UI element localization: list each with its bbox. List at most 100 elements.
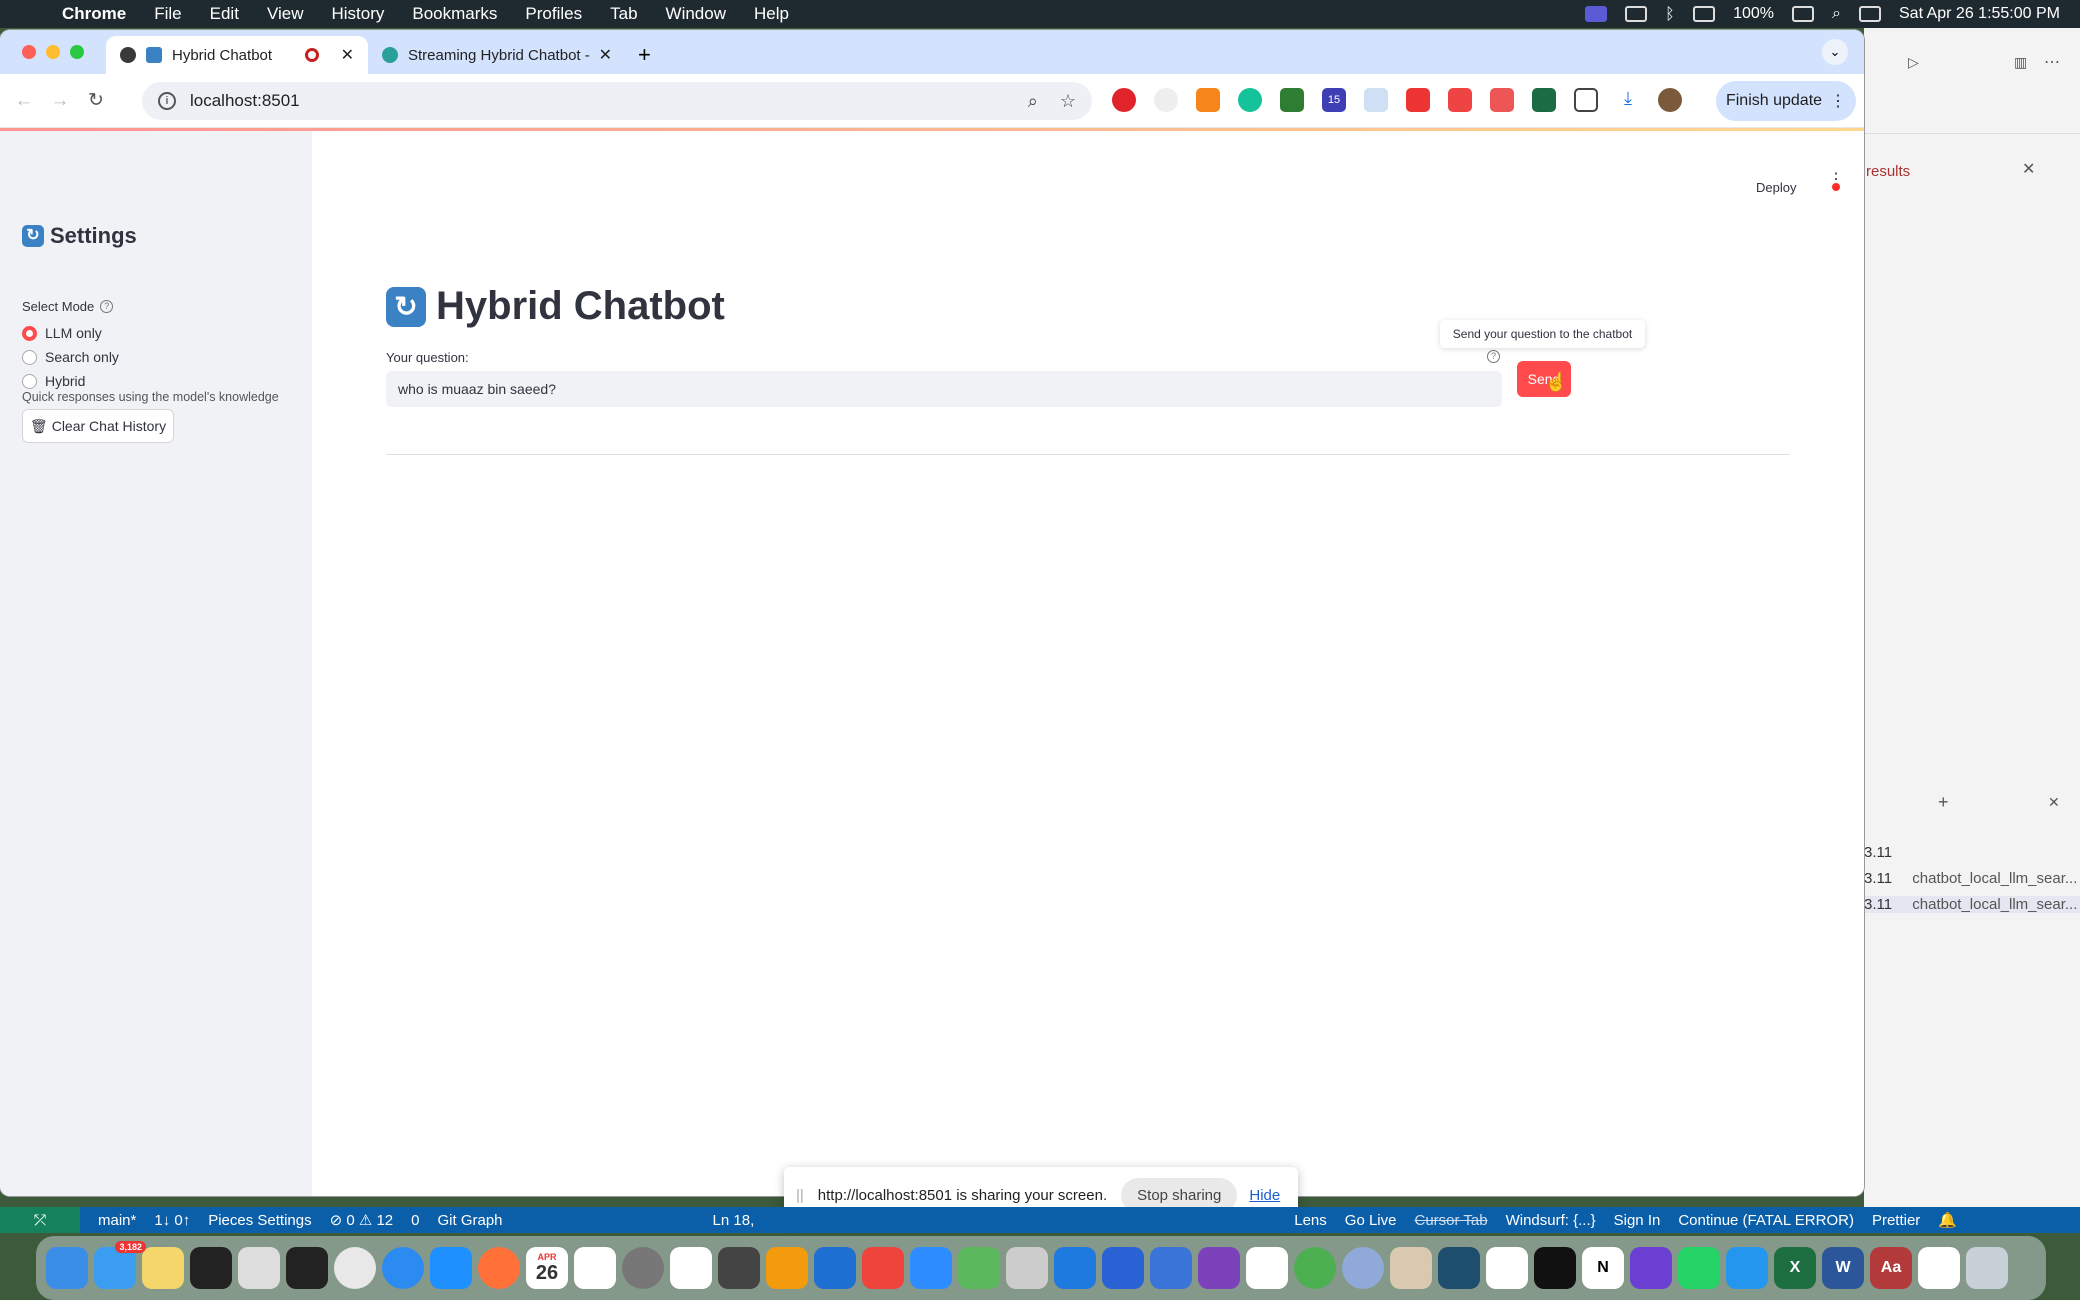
screen-share-icon[interactable] xyxy=(1585,6,1608,22)
finder-icon[interactable] xyxy=(46,1247,88,1289)
terminal-row[interactable]: 3.11 chatbot_local_llm_sear... xyxy=(1864,870,2077,887)
close-tab-icon[interactable]: ✕ xyxy=(341,45,354,65)
windsurf-status[interactable]: Windsurf: {...} xyxy=(1506,1212,1596,1229)
question-input[interactable]: who is muaaz bin saeed? xyxy=(386,371,1502,407)
word-icon[interactable]: W xyxy=(1822,1247,1864,1289)
xcode-icon[interactable] xyxy=(1054,1247,1096,1289)
menu-edit[interactable]: Edit xyxy=(210,4,239,24)
launchpad-icon[interactable] xyxy=(238,1247,280,1289)
run-icon[interactable]: ▷ xyxy=(1908,54,1919,71)
downloads-icon[interactable]: ⤓ xyxy=(1616,88,1640,112)
app-icon[interactable] xyxy=(1294,1247,1336,1289)
bookmark-star-icon[interactable]: ☆ xyxy=(1060,91,1076,112)
finish-update-button[interactable]: Finish update ⋮ xyxy=(1716,81,1856,121)
extension-icon[interactable] xyxy=(1532,88,1556,112)
reminders-icon[interactable] xyxy=(574,1247,616,1289)
git-sync[interactable]: 1↓ 0↑ xyxy=(154,1212,190,1229)
mysql-workbench-icon[interactable] xyxy=(1438,1247,1480,1289)
git-graph[interactable]: Git Graph xyxy=(438,1212,503,1229)
ports-count[interactable]: 0 xyxy=(411,1212,419,1229)
hide-link[interactable]: Hide xyxy=(1249,1187,1280,1204)
radio-llm-only[interactable]: LLM only xyxy=(22,325,102,341)
system-settings-icon[interactable] xyxy=(622,1247,664,1289)
anydesk-icon[interactable] xyxy=(862,1247,904,1289)
app-icon[interactable] xyxy=(1486,1247,1528,1289)
github-desktop-icon[interactable] xyxy=(1198,1247,1240,1289)
profile-avatar[interactable] xyxy=(1658,88,1682,112)
more-icon[interactable]: ⋯ xyxy=(2044,52,2060,72)
menu-view[interactable]: View xyxy=(267,4,304,24)
cursor-tab[interactable]: Cursor Tab xyxy=(1414,1212,1487,1229)
cursor-position[interactable]: Ln 18, xyxy=(713,1212,755,1229)
notion-icon[interactable]: N xyxy=(1582,1247,1624,1289)
prettier[interactable]: Prettier xyxy=(1872,1212,1920,1229)
terminal-row[interactable]: 3.11 chatbot_local_llm_sear... xyxy=(1864,896,2080,913)
screenshot-icon[interactable] xyxy=(1006,1247,1048,1289)
app-icon[interactable] xyxy=(958,1247,1000,1289)
extension-icon[interactable] xyxy=(1364,88,1388,112)
adblock-icon[interactable] xyxy=(1112,88,1136,112)
app-icon[interactable] xyxy=(1150,1247,1192,1289)
main-menu-icon[interactable]: ⋮ xyxy=(1828,172,1844,188)
notes-icon[interactable] xyxy=(142,1247,184,1289)
deploy-button[interactable]: Deploy xyxy=(1756,180,1796,195)
docker-icon[interactable] xyxy=(1726,1247,1768,1289)
reload-button[interactable]: ↻ xyxy=(78,89,114,112)
preview-icon[interactable] xyxy=(1918,1247,1960,1289)
tab-streaming-hybrid-chatbot[interactable]: Streaming Hybrid Chatbot - S ✕ xyxy=(368,36,626,74)
menu-tab[interactable]: Tab xyxy=(610,4,637,24)
minimize-window-button[interactable] xyxy=(46,45,60,59)
problems-count[interactable]: ⊘ 0 ⚠ 12 xyxy=(330,1211,394,1229)
puzzle-icon[interactable] xyxy=(1574,88,1598,112)
tab-hybrid-chatbot[interactable]: Hybrid Chatbot ✕ xyxy=(106,36,368,74)
menu-file[interactable]: File xyxy=(154,4,181,24)
bluetooth-icon[interactable]: ᛒ xyxy=(1665,6,1675,23)
calculator-icon[interactable] xyxy=(718,1247,760,1289)
grammarly-icon[interactable] xyxy=(1238,88,1262,112)
menu-bookmarks[interactable]: Bookmarks xyxy=(412,4,497,24)
control-center-icon[interactable] xyxy=(1859,6,1881,22)
search-icon[interactable]: ⌕ xyxy=(1832,5,1841,23)
close-window-button[interactable] xyxy=(22,45,36,59)
site-info-icon[interactable]: i xyxy=(158,92,176,110)
help-icon[interactable]: ? xyxy=(1487,350,1500,363)
app-icon[interactable] xyxy=(1534,1247,1576,1289)
wifi-icon[interactable] xyxy=(1693,6,1716,22)
calendar-icon[interactable]: APR 26 xyxy=(526,1247,568,1289)
forward-button[interactable]: → xyxy=(42,90,78,112)
notion-icon[interactable] xyxy=(1625,6,1648,22)
mail-icon[interactable]: 3,182 xyxy=(94,1241,146,1289)
menu-help[interactable]: Help xyxy=(754,4,789,24)
remote-indicator-icon[interactable]: ⤱ xyxy=(0,1207,80,1233)
clear-chat-history-button[interactable]: 🗑 Clear Chat History xyxy=(22,409,174,443)
help-icon[interactable]: ? xyxy=(100,300,114,313)
dictionary-icon[interactable]: Aa xyxy=(1870,1247,1912,1289)
extension-icon[interactable] xyxy=(1490,88,1514,112)
extension-icon[interactable] xyxy=(1448,88,1472,112)
app-icon[interactable] xyxy=(1102,1247,1144,1289)
download-arrow-icon[interactable] xyxy=(1280,88,1304,112)
app-icon[interactable] xyxy=(1390,1247,1432,1289)
tab-search-chevron-icon[interactable]: ⌄ xyxy=(1822,39,1848,65)
metamask-icon[interactable] xyxy=(1196,88,1220,112)
trash-icon[interactable] xyxy=(1966,1247,2008,1289)
app-icon[interactable] xyxy=(1630,1247,1672,1289)
safari-icon[interactable] xyxy=(382,1247,424,1289)
menu-profiles[interactable]: Profiles xyxy=(525,4,582,24)
close-tab-icon[interactable]: ✕ xyxy=(599,45,612,65)
chrome-icon[interactable] xyxy=(334,1247,376,1289)
battery-icon[interactable] xyxy=(1792,6,1815,22)
extension-icon[interactable] xyxy=(1154,88,1178,112)
lens[interactable]: Lens xyxy=(1294,1212,1327,1229)
menubar-clock[interactable]: Sat Apr 26 1:55:00 PM xyxy=(1899,5,2060,23)
extension-icon[interactable] xyxy=(1406,88,1430,112)
sublime-icon[interactable] xyxy=(766,1247,808,1289)
drag-handle-icon[interactable]: || xyxy=(796,1187,804,1204)
git-branch[interactable]: main* xyxy=(98,1212,136,1229)
pieces-settings[interactable]: Pieces Settings xyxy=(208,1212,311,1229)
firefox-icon[interactable] xyxy=(478,1247,520,1289)
split-editor-icon[interactable]: ▥ xyxy=(2014,54,2027,71)
go-live[interactable]: Go Live xyxy=(1345,1212,1397,1229)
bell-icon[interactable]: 🔔 xyxy=(1938,1211,1957,1229)
radio-search-only[interactable]: Search only xyxy=(22,349,119,365)
